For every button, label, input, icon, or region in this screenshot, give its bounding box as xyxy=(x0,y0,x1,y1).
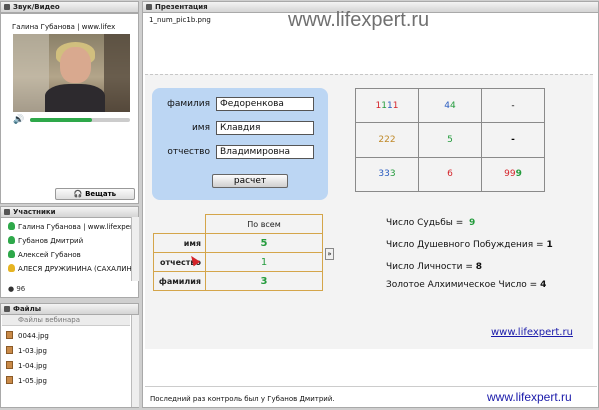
name-field[interactable]: Клавдия xyxy=(216,121,314,135)
next-arrow-button[interactable]: » xyxy=(325,248,334,260)
footer-website-link[interactable]: www.lifexpert.ru xyxy=(487,390,572,404)
volume-fill xyxy=(30,118,92,122)
stats-row-value: 1 xyxy=(205,252,323,272)
file-item[interactable]: 1-05.jpg xyxy=(6,376,47,385)
panel-icon xyxy=(4,306,10,312)
name-label: имя xyxy=(191,123,210,133)
participant-item[interactable]: Алексей Губанов xyxy=(8,250,81,259)
psychomatrix-grid: 1111 44 - 222 5 - 333 6 999 xyxy=(355,87,545,193)
grid-cell: - xyxy=(481,87,545,124)
footer-bar xyxy=(145,386,597,387)
participant-count: ● 96 xyxy=(8,285,26,293)
file-item[interactable]: 0044.jpg xyxy=(6,331,49,340)
image-file-icon xyxy=(6,361,13,369)
calculate-button[interactable]: расчет xyxy=(212,174,288,188)
result-line: Число Личности = 8 xyxy=(386,262,482,272)
result-line: Золотое Алхимическое Число = 4 xyxy=(386,280,547,290)
speaker-icon[interactable]: 🔊 xyxy=(13,115,24,125)
grid-cell: 999 xyxy=(481,156,545,193)
user-icon xyxy=(8,264,15,272)
files-panel-title: Файлы xyxy=(13,305,42,313)
control-status: Последний раз контроль был у Губанов Дми… xyxy=(150,395,335,403)
files-scrollbar[interactable] xyxy=(131,315,139,407)
file-item[interactable]: 1-03.jpg xyxy=(6,346,47,355)
grid-cell: 333 xyxy=(355,156,419,193)
patronymic-label: отчество xyxy=(167,147,210,157)
participants-scrollbar[interactable] xyxy=(131,217,139,281)
result-line: Число Судьбы = 9 xyxy=(386,218,476,228)
video-panel-header[interactable]: Звук/Видео xyxy=(0,1,139,13)
participants-panel-header[interactable]: Участники xyxy=(0,206,139,218)
files-panel-header[interactable]: Файлы xyxy=(0,303,139,315)
presentation-panel-title: Презентация xyxy=(155,3,208,11)
volume-slider[interactable] xyxy=(30,118,130,122)
grid-cell: 222 xyxy=(355,122,419,158)
image-file-icon xyxy=(6,331,13,339)
broadcast-button-label: Вещать xyxy=(85,190,117,198)
user-icon xyxy=(8,250,15,258)
video-user-name: Галина Губанова | www.lifex xyxy=(12,23,116,31)
panel-icon xyxy=(4,4,10,10)
grid-cell: 6 xyxy=(418,156,482,193)
stats-row-value: 5 xyxy=(205,233,323,253)
stats-table: По всем имя 5 отчество 1 фамилия 3 xyxy=(153,214,323,291)
participant-item[interactable]: Губанов Дмитрий xyxy=(8,236,83,245)
image-file-icon xyxy=(6,346,13,354)
stats-row-value: 3 xyxy=(205,271,323,291)
participants-panel-title: Участники xyxy=(13,208,56,216)
webcam-video xyxy=(13,34,130,112)
panel-icon xyxy=(146,4,152,10)
files-header: Файлы вебинара xyxy=(2,315,130,326)
slide-filename: 1_num_pic1b.png xyxy=(149,16,211,24)
panel-icon xyxy=(4,209,10,215)
stats-row-label: имя xyxy=(153,233,206,253)
user-icon xyxy=(8,222,15,230)
mic-icon: 🎧 xyxy=(73,190,86,198)
stats-column-header: По всем xyxy=(205,214,323,234)
slide-website-link[interactable]: www.lifexpert.ru xyxy=(491,327,573,338)
result-line: Число Душевного Побуждения = 1 xyxy=(386,240,553,250)
grid-cell: 1111 xyxy=(355,87,419,124)
grid-cell: - xyxy=(481,122,545,158)
watermark: www.lifexpert.ru xyxy=(288,9,430,31)
grid-cell: 44 xyxy=(418,87,482,124)
file-item[interactable]: 1-04.jpg xyxy=(6,361,47,370)
stats-row-label: фамилия xyxy=(153,271,206,291)
participant-item[interactable]: Галина Губанова | www.lifexpert xyxy=(8,222,136,231)
broadcast-button[interactable]: 🎧 Вещать xyxy=(55,188,135,200)
surname-field[interactable]: Федоренкова xyxy=(216,97,314,111)
patronymic-field[interactable]: Владимировна xyxy=(216,145,314,159)
participant-item[interactable]: АЛЕСЯ ДРУЖИНИНА (САХАЛИН xyxy=(8,264,132,273)
video-panel-title: Звук/Видео xyxy=(13,3,60,11)
surname-label: фамилия xyxy=(167,99,210,109)
user-icon xyxy=(8,236,15,244)
image-file-icon xyxy=(6,376,13,384)
grid-cell: 5 xyxy=(418,122,482,158)
